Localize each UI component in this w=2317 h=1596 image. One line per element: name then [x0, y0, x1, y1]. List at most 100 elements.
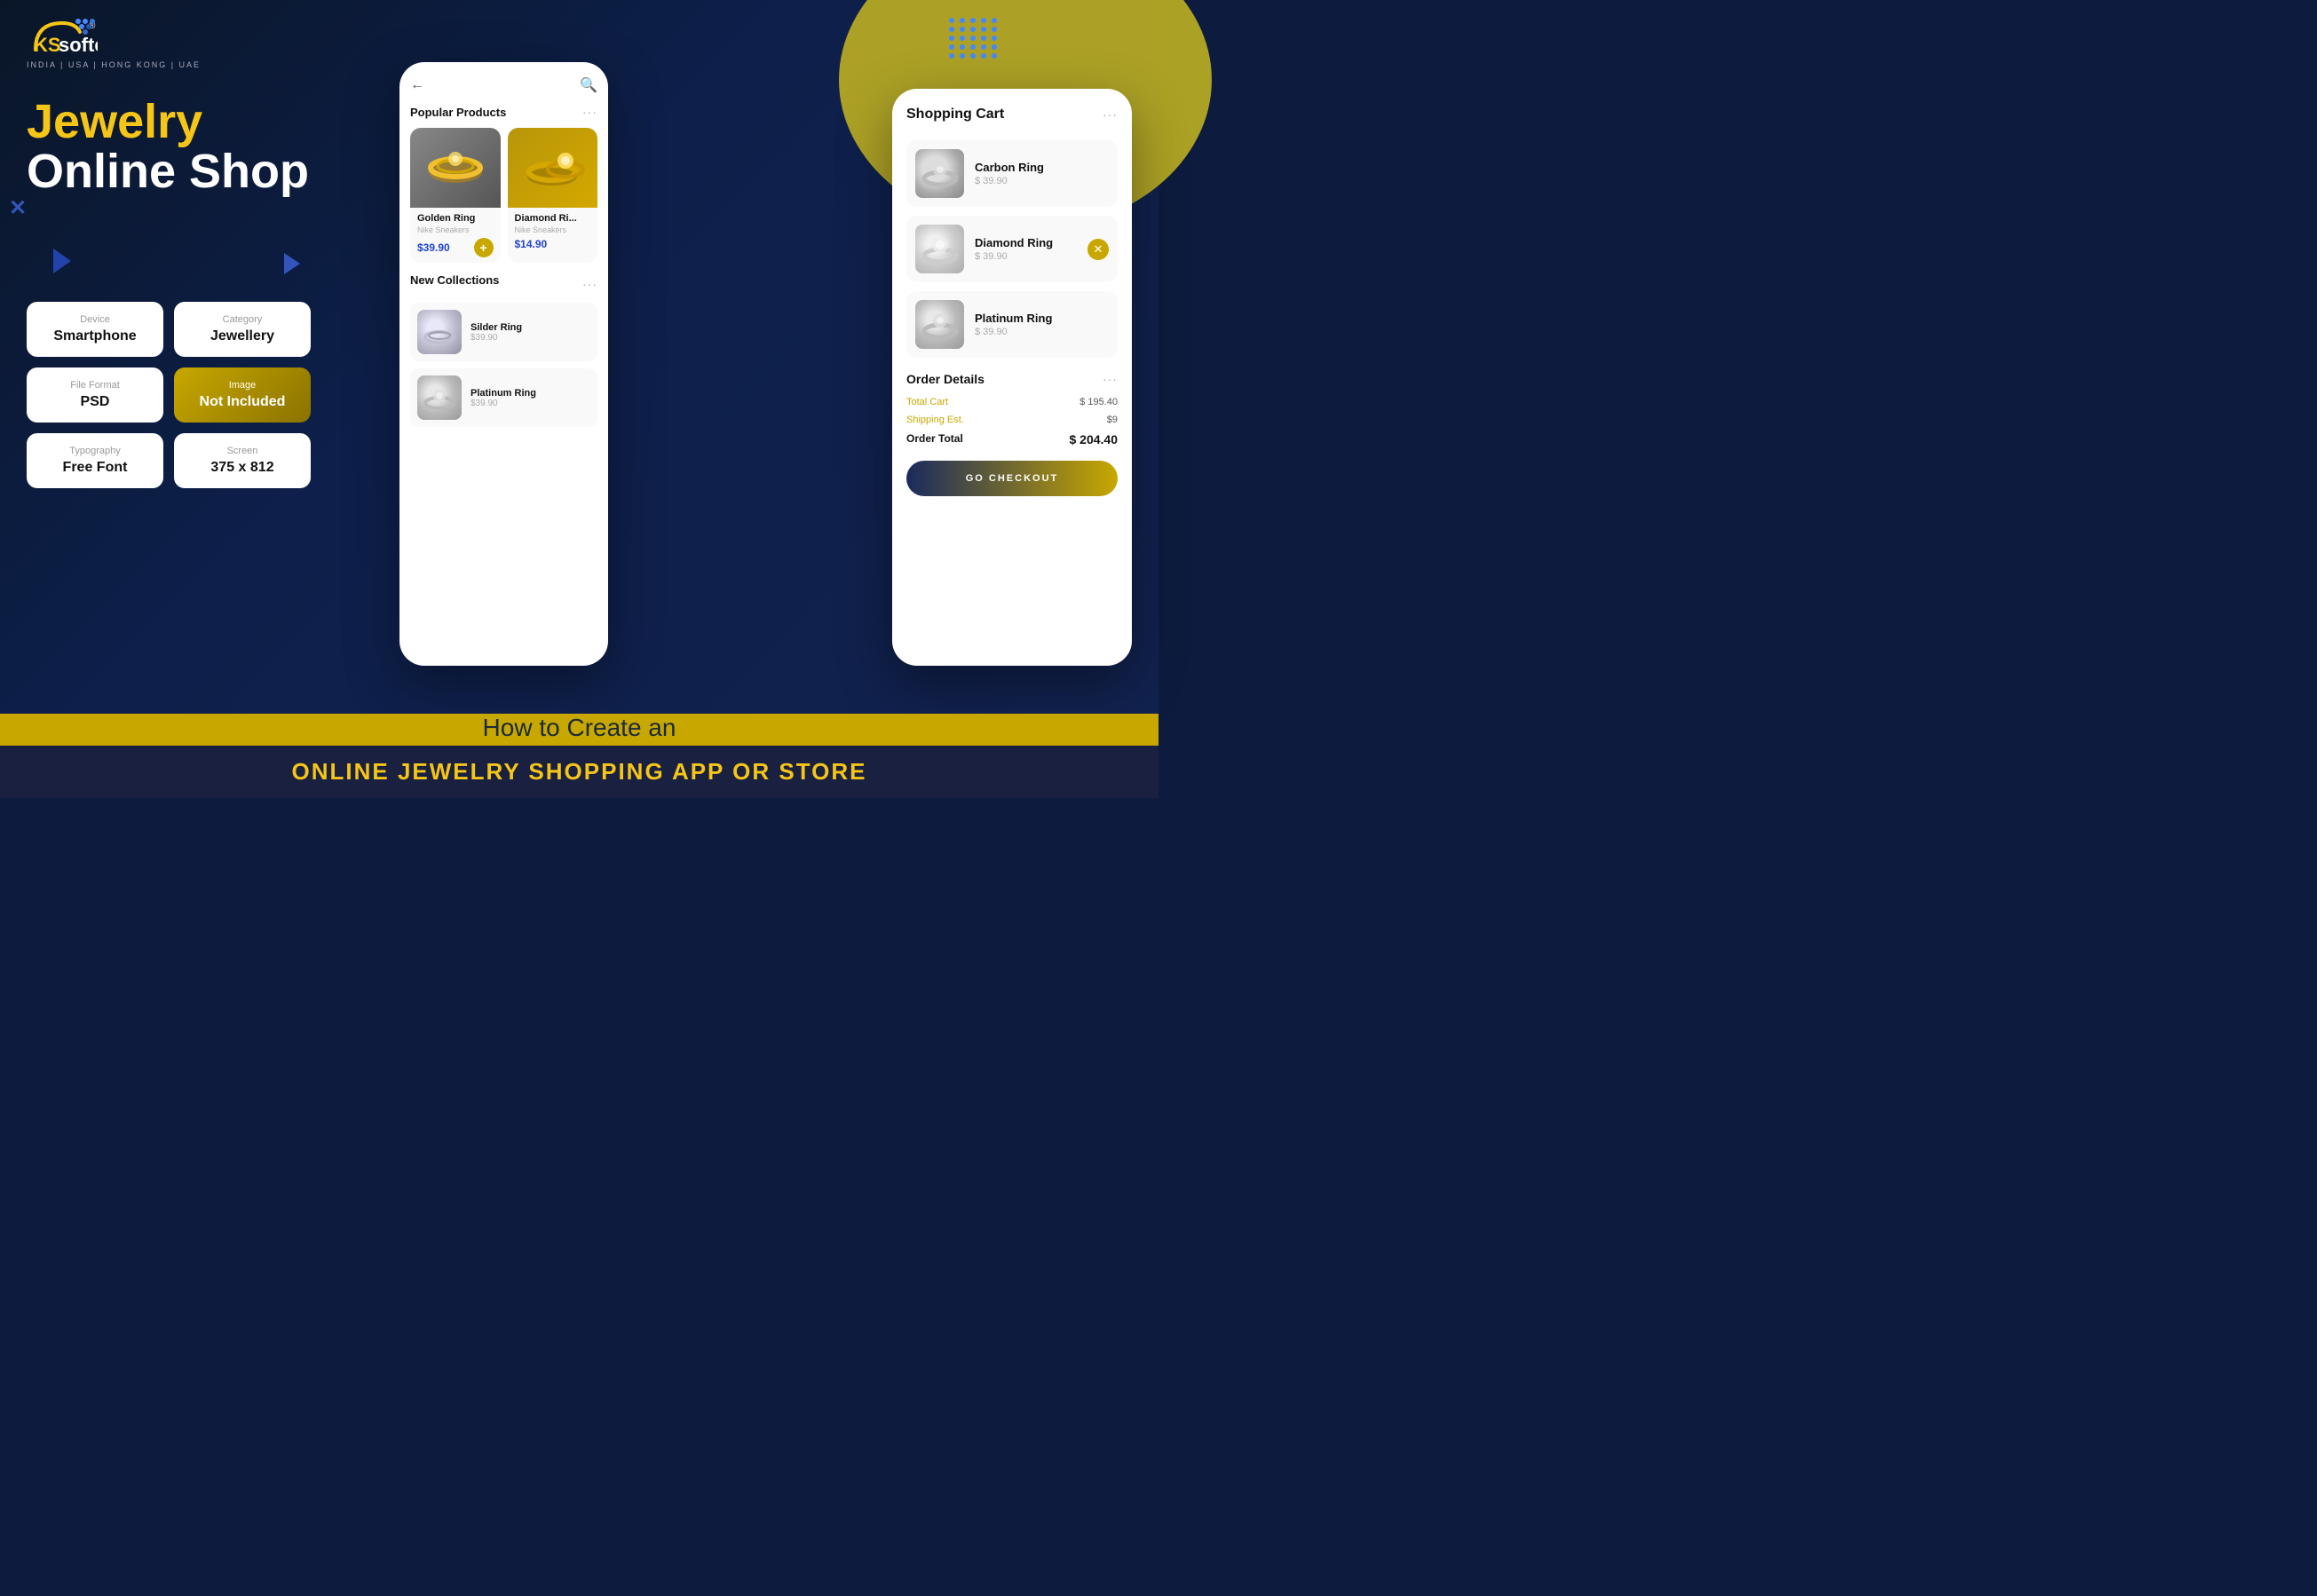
- cart-item-diamond[interactable]: Diamond Ring $ 39.90 ✕: [906, 216, 1118, 282]
- product-name-golden: Golden Ring: [417, 213, 494, 224]
- collection-img-platinum: [417, 375, 462, 420]
- product-info-diamond: Diamond Ri... Nike Sneakers $14.90: [508, 208, 598, 256]
- info-label-file-format: File Format: [41, 380, 149, 391]
- info-label-screen: Screen: [188, 446, 297, 456]
- total-cart-value: $ 195.40: [1079, 397, 1118, 407]
- new-collections-more[interactable]: ···: [582, 277, 597, 291]
- diamond-ring-svg: [517, 132, 588, 203]
- order-total-value: $ 204.40: [1070, 432, 1119, 446]
- product-price-golden: $39.90: [417, 241, 450, 254]
- order-more[interactable]: ···: [1103, 372, 1118, 386]
- cart-price-diamond: $ 39.90: [975, 251, 1053, 262]
- product-brand-golden: Nike Sneakers: [417, 225, 494, 234]
- collection-info-platinum: Platinum Ring $39.90: [471, 388, 536, 408]
- info-value-typography: Free Font: [41, 460, 149, 476]
- carbon-ring-svg: [918, 152, 962, 196]
- golden-ring-svg: [420, 132, 491, 203]
- cart-name-carbon: Carbon Ring: [975, 161, 1044, 174]
- info-card-screen: Screen 375 x 812: [174, 433, 311, 488]
- title-line2: Online Shop: [27, 146, 309, 198]
- x-decoration: ✕: [9, 195, 27, 221]
- platinum-ring-cart-svg: [918, 303, 962, 347]
- product-price-diamond: $14.90: [515, 238, 548, 250]
- info-label-category: Category: [188, 314, 297, 325]
- order-section-title: Order Details: [906, 372, 985, 386]
- collection-item-silder[interactable]: Silder Ring $39.90: [410, 303, 597, 361]
- product-name-diamond: Diamond Ri...: [515, 213, 591, 224]
- collection-img-silder: [417, 310, 462, 354]
- cart-info-carbon: Carbon Ring $ 39.90: [975, 161, 1044, 186]
- info-value-screen: 375 x 812: [188, 460, 297, 476]
- phone-shopping-cart: Shopping Cart ··· Carbon Ring $ 39.90: [892, 89, 1132, 666]
- info-label-typography: Typography: [41, 446, 149, 456]
- platinum-ring-svg: [420, 378, 460, 418]
- cart-item-platinum[interactable]: Platinum Ring $ 39.90: [906, 291, 1118, 358]
- main-title: Jewelry Online Shop: [27, 98, 309, 198]
- collection-info-silder: Silder Ring $39.90: [471, 322, 522, 343]
- dot-grid-decoration: [949, 18, 999, 59]
- svg-text:softech: softech: [59, 34, 98, 56]
- diamond-ring-cart-svg: [918, 227, 962, 272]
- product-img-golden: [410, 128, 501, 208]
- cart-remove-diamond[interactable]: ✕: [1087, 239, 1109, 260]
- bottom-banner-text: ONLINE JEWELRY SHOPPING APP OR STORE: [292, 758, 867, 785]
- info-label-image: Image: [188, 380, 297, 391]
- silder-ring-svg: [420, 312, 460, 352]
- order-total-line: Order Total $ 204.40: [906, 432, 1118, 446]
- triangle-mid: [284, 253, 300, 274]
- product-card-golden[interactable]: Golden Ring Nike Sneakers $39.90 +: [410, 128, 501, 263]
- order-line-total-cart: Total Cart $ 195.40: [906, 397, 1118, 407]
- collection-name-platinum: Platinum Ring: [471, 388, 536, 399]
- cart-item-carbon[interactable]: Carbon Ring $ 39.90: [906, 140, 1118, 207]
- cart-info-diamond: Diamond Ring $ 39.90: [975, 236, 1053, 262]
- popular-products-title: Popular Products: [410, 106, 506, 119]
- info-label-device: Device: [41, 314, 149, 325]
- product-img-diamond: [508, 128, 598, 208]
- cart-header: Shopping Cart ···: [906, 107, 1118, 122]
- new-collections-title: New Collections: [410, 273, 499, 287]
- cart-price-platinum: $ 39.90: [975, 327, 1052, 337]
- product-card-diamond[interactable]: Diamond Ri... Nike Sneakers $14.90: [508, 128, 598, 263]
- order-line-shipping: Shipping Est. $9: [906, 415, 1118, 425]
- info-card-typography: Typography Free Font: [27, 433, 163, 488]
- cart-img-platinum: [915, 300, 964, 349]
- shipping-label: Shipping Est.: [906, 415, 964, 425]
- phone1-header: ← 🔍: [410, 76, 597, 94]
- cart-price-carbon: $ 39.90: [975, 176, 1044, 186]
- add-to-cart-golden[interactable]: +: [474, 238, 494, 257]
- order-details-section: Order Details ··· Total Cart $ 195.40 Sh…: [906, 372, 1118, 496]
- how-to-text: How to Create an: [0, 714, 1158, 746]
- title-line1: Jewelry: [27, 98, 309, 146]
- cart-img-carbon: [915, 149, 964, 198]
- order-section-header: Order Details ···: [906, 372, 1118, 386]
- cart-img-diamond: [915, 225, 964, 273]
- total-cart-label: Total Cart: [906, 397, 948, 407]
- cart-more[interactable]: ···: [1103, 107, 1118, 122]
- product-info-golden: Golden Ring Nike Sneakers $39.90 +: [410, 208, 501, 263]
- cart-info-platinum: Platinum Ring $ 39.90: [975, 312, 1052, 337]
- bottom-section: How to Create an ONLINE JEWELRY SHOPPING…: [0, 620, 1158, 798]
- info-value-image: Not Included: [188, 394, 297, 410]
- info-value-file-format: PSD: [41, 394, 149, 410]
- collection-item-platinum[interactable]: Platinum Ring $39.90: [410, 368, 597, 427]
- popular-products-more[interactable]: ···: [582, 105, 597, 119]
- info-cards-grid: Device Smartphone Category Jewellery Fil…: [27, 302, 311, 488]
- product-brand-diamond: Nike Sneakers: [515, 225, 591, 234]
- checkout-button[interactable]: GO CHECKOUT: [906, 461, 1118, 496]
- triangle-left: [53, 249, 71, 273]
- cart-name-platinum: Platinum Ring: [975, 312, 1052, 325]
- shipping-value: $9: [1107, 415, 1118, 425]
- phone-popular-products: ← 🔍 Popular Products ···: [399, 62, 608, 666]
- bottom-banner: ONLINE JEWELRY SHOPPING APP OR STORE: [0, 746, 1158, 798]
- logo: KS softech ®: [27, 14, 201, 59]
- back-arrow-icon[interactable]: ←: [410, 77, 424, 93]
- product-price-row-golden: $39.90 +: [417, 238, 494, 257]
- search-icon[interactable]: 🔍: [580, 76, 597, 94]
- svg-text:KS: KS: [34, 34, 61, 56]
- logo-tagline: INDIA | USA | HONG KONG | UAE: [27, 60, 201, 69]
- collection-name-silder: Silder Ring: [471, 322, 522, 333]
- info-card-device: Device Smartphone: [27, 302, 163, 357]
- products-grid: Golden Ring Nike Sneakers $39.90 +: [410, 128, 597, 263]
- new-collections-header: New Collections ···: [410, 273, 597, 294]
- info-value-device: Smartphone: [41, 328, 149, 344]
